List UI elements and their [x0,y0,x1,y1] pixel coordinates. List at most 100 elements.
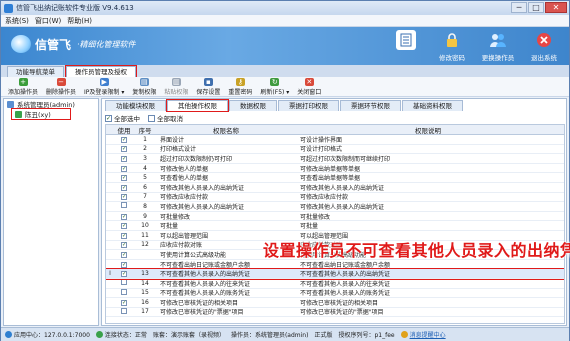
tab-operator-management[interactable]: 操作员管理及授权 [65,65,137,78]
table-row[interactable]: ✓ 9 可批量修改 可批量修改 [106,212,564,222]
row-checkbox[interactable]: ✓ [114,241,134,249]
checkbox-icon: ✓ [121,232,127,239]
menu-window[interactable]: 窗口(W) [35,16,61,26]
tab-function-nav[interactable]: 功能导航菜单 [7,66,64,77]
status-account: 账套：演示账套（录视频） [152,332,225,339]
table-row[interactable]: ✓ 1 界面设计 可设计操作界面 [106,135,564,145]
annotation-overlay: 设置操作员不可查看其他人员录入的出纳凭证 [263,241,570,260]
menu-system[interactable]: 系统(S) [5,16,29,26]
row-seq: 1 [143,135,147,143]
tab-link-permission[interactable]: 票据环节权限 [340,100,401,111]
checkbox-icon: ✓ [121,213,127,220]
menu-help[interactable]: 帮助(H) [67,16,92,26]
table-row[interactable]: ✓ 7 可修改应收应付款 可修改应收应付款 [106,193,564,203]
row-name: 可修改已审核凭证的"票据"项目 [160,309,244,317]
minimize-button[interactable]: ─ [511,2,527,13]
paste-permission-button[interactable]: ▥ 粘贴权限 [160,77,192,96]
table-row[interactable]: ✓ 4 可修改他人的单据 可修改出纳单据等单据 [106,164,564,174]
save-settings-button[interactable]: ▪ 保存设置 [192,77,224,96]
row-name: 打印格式设计 [160,146,197,154]
table-row[interactable]: 8 可修改其他人员录入的出纳凭证 可修改其他人员录入的出纳凭证 [106,202,564,212]
row-seq: 6 [143,183,147,191]
row-checkbox[interactable]: ✓ [114,193,134,201]
row-checkbox[interactable] [114,288,134,297]
table-row[interactable]: ✓ 5 可查看他人的单据 可查看出纳单据等单据 [106,173,564,183]
table-row[interactable]: ✓ 6 可修改其他人员录入的出纳凭证 可修改其他人员录入的出纳凭证 [106,183,564,193]
table-row[interactable]: ✓ 10 可批量 可批量 [106,221,564,231]
maximize-button[interactable]: □ [528,2,544,13]
row-checkbox[interactable]: ✓ [114,213,134,220]
checkbox-icon: ✓ [121,261,127,268]
row-checkbox[interactable] [114,202,134,210]
row-checkbox[interactable]: ✓ [114,251,134,258]
refresh-button[interactable]: ↻ 刷新(F5) ▾ [256,77,293,96]
cancel-all-button[interactable]: 全部取消 [148,113,183,123]
tab-base-data-permission[interactable]: 基础资料权限 [402,100,463,111]
table-row[interactable]: ✓ 16 可修改已审核凭证的相关项目 可修改已审核凭证的相关项目 [106,298,564,308]
row-checkbox[interactable]: ✓ [114,174,134,182]
row-name: 可批量修改 [160,213,191,221]
table-row[interactable]: ✓ 2 打印格式设计 可设计打印格式 [106,145,564,155]
row-name: 不可查看其他人员录入的出纳凭证 [160,271,251,279]
row-seq: 11 [141,231,149,239]
tab-other-operations[interactable]: 其他操作权限 [166,99,229,112]
add-operator-label: 添加操作员 [8,88,39,96]
row-seq: 3 [143,154,147,162]
row-checkbox[interactable]: ✓ [114,155,134,162]
row-checkbox[interactable] [114,279,134,287]
switch-operator-label: 更换操作员 [481,54,515,62]
tab-print-permission[interactable]: 票据打印权限 [278,100,339,111]
exit-system-button[interactable]: 退出系统 [525,30,563,62]
row-desc: 可修改其他人员录入的出纳凭证 [300,184,385,192]
cancel-all-label: 全部取消 [157,115,183,123]
close-button[interactable]: ✕ [545,2,567,13]
grid-header: 使用 序号 权限名称 权限说明 [106,125,564,135]
row-checkbox[interactable]: ✓ [114,270,134,278]
row-checkbox[interactable]: ✓ [114,165,134,172]
tab-data-permission[interactable]: 数据权限 [229,100,277,111]
row-checkbox[interactable]: ✓ [114,136,134,143]
document-tabs: 功能导航菜单 操作员管理及授权 [1,65,569,78]
table-row[interactable]: ✓ 3 超过打印次数限制仍可打印 可超过打印次数限制而可继续打印 [106,154,564,164]
row-name: 可修改其他人员录入的出纳凭证 [160,184,245,192]
refresh-label: 刷新(F5) ▾ [260,88,290,96]
checkbox-icon: ✓ [121,299,127,306]
row-checkbox[interactable]: ✓ [114,299,134,306]
delete-operator-button[interactable]: − 删除操作员 [42,77,80,96]
notepad-button[interactable] [387,30,425,62]
table-row[interactable]: 15 不可查看其他人员录入的账务凭证 不可查看其他人员录入的账务凭证 [106,288,564,299]
connection-ok-icon [95,331,103,338]
row-desc: 可设计打印格式 [300,146,343,154]
close-window-button[interactable]: ✕ 关闭窗口 [293,77,325,96]
copy-permission-button[interactable]: ▤ 复制权限 [128,77,160,96]
table-row[interactable]: 14 不可查看其他人员录入的往来凭证 不可查看其他人员录入的往来凭证 [106,279,564,289]
row-checkbox[interactable]: ✓ [114,184,134,191]
paste-icon: ▥ [171,77,181,86]
select-all-button[interactable]: ✓ 全部选中 [105,113,140,123]
tree-node-label: 系统管理员(admin) [17,101,75,109]
close-circle-icon [534,30,554,50]
ip-login-limit-button[interactable]: ▶ IP及登录限制 ▾ [80,77,128,96]
checkbox-empty-icon [148,114,155,122]
refresh-icon: ↻ [270,77,280,86]
table-row[interactable]: ✓ 不可查看出纳日记账或金额户余额 不可查看出纳日记账或金额户余额 [106,260,564,270]
change-password-button[interactable]: 修改密码 [433,30,471,62]
row-checkbox[interactable] [114,307,134,316]
row-checkbox[interactable]: ✓ [114,261,134,268]
table-row[interactable]: I ✓ 13 不可查看其他人员录入的出纳凭证 不可查看其他人员录入的出纳凭证 [106,268,564,280]
table-row[interactable]: 17 可修改已审核凭证的"票据"项目 可修改已审核凭证的"票据"项目 [106,307,564,318]
row-checkbox[interactable]: ✓ [114,222,134,230]
tree-node-admin[interactable]: 系统管理员(admin) [4,99,98,109]
row-checkbox[interactable]: ✓ [114,232,134,239]
copy-permission-label: 复制权限 [132,88,157,96]
row-desc: 可批量 [300,223,319,231]
row-seq: 17 [141,308,149,316]
row-checkbox[interactable]: ✓ [114,145,134,153]
lock-icon [442,30,462,50]
tab-function-module[interactable]: 功能模块权限 [105,100,166,111]
switch-operator-button[interactable]: 更换操作员 [479,30,517,62]
tree-node-operator[interactable]: 陈丑(xy) [11,108,71,120]
add-operator-button[interactable]: + 添加操作员 [4,77,42,96]
message-center-link[interactable]: 消息提醒中心 [400,330,446,339]
reset-password-button[interactable]: ⚷ 重置密码 [224,77,256,96]
